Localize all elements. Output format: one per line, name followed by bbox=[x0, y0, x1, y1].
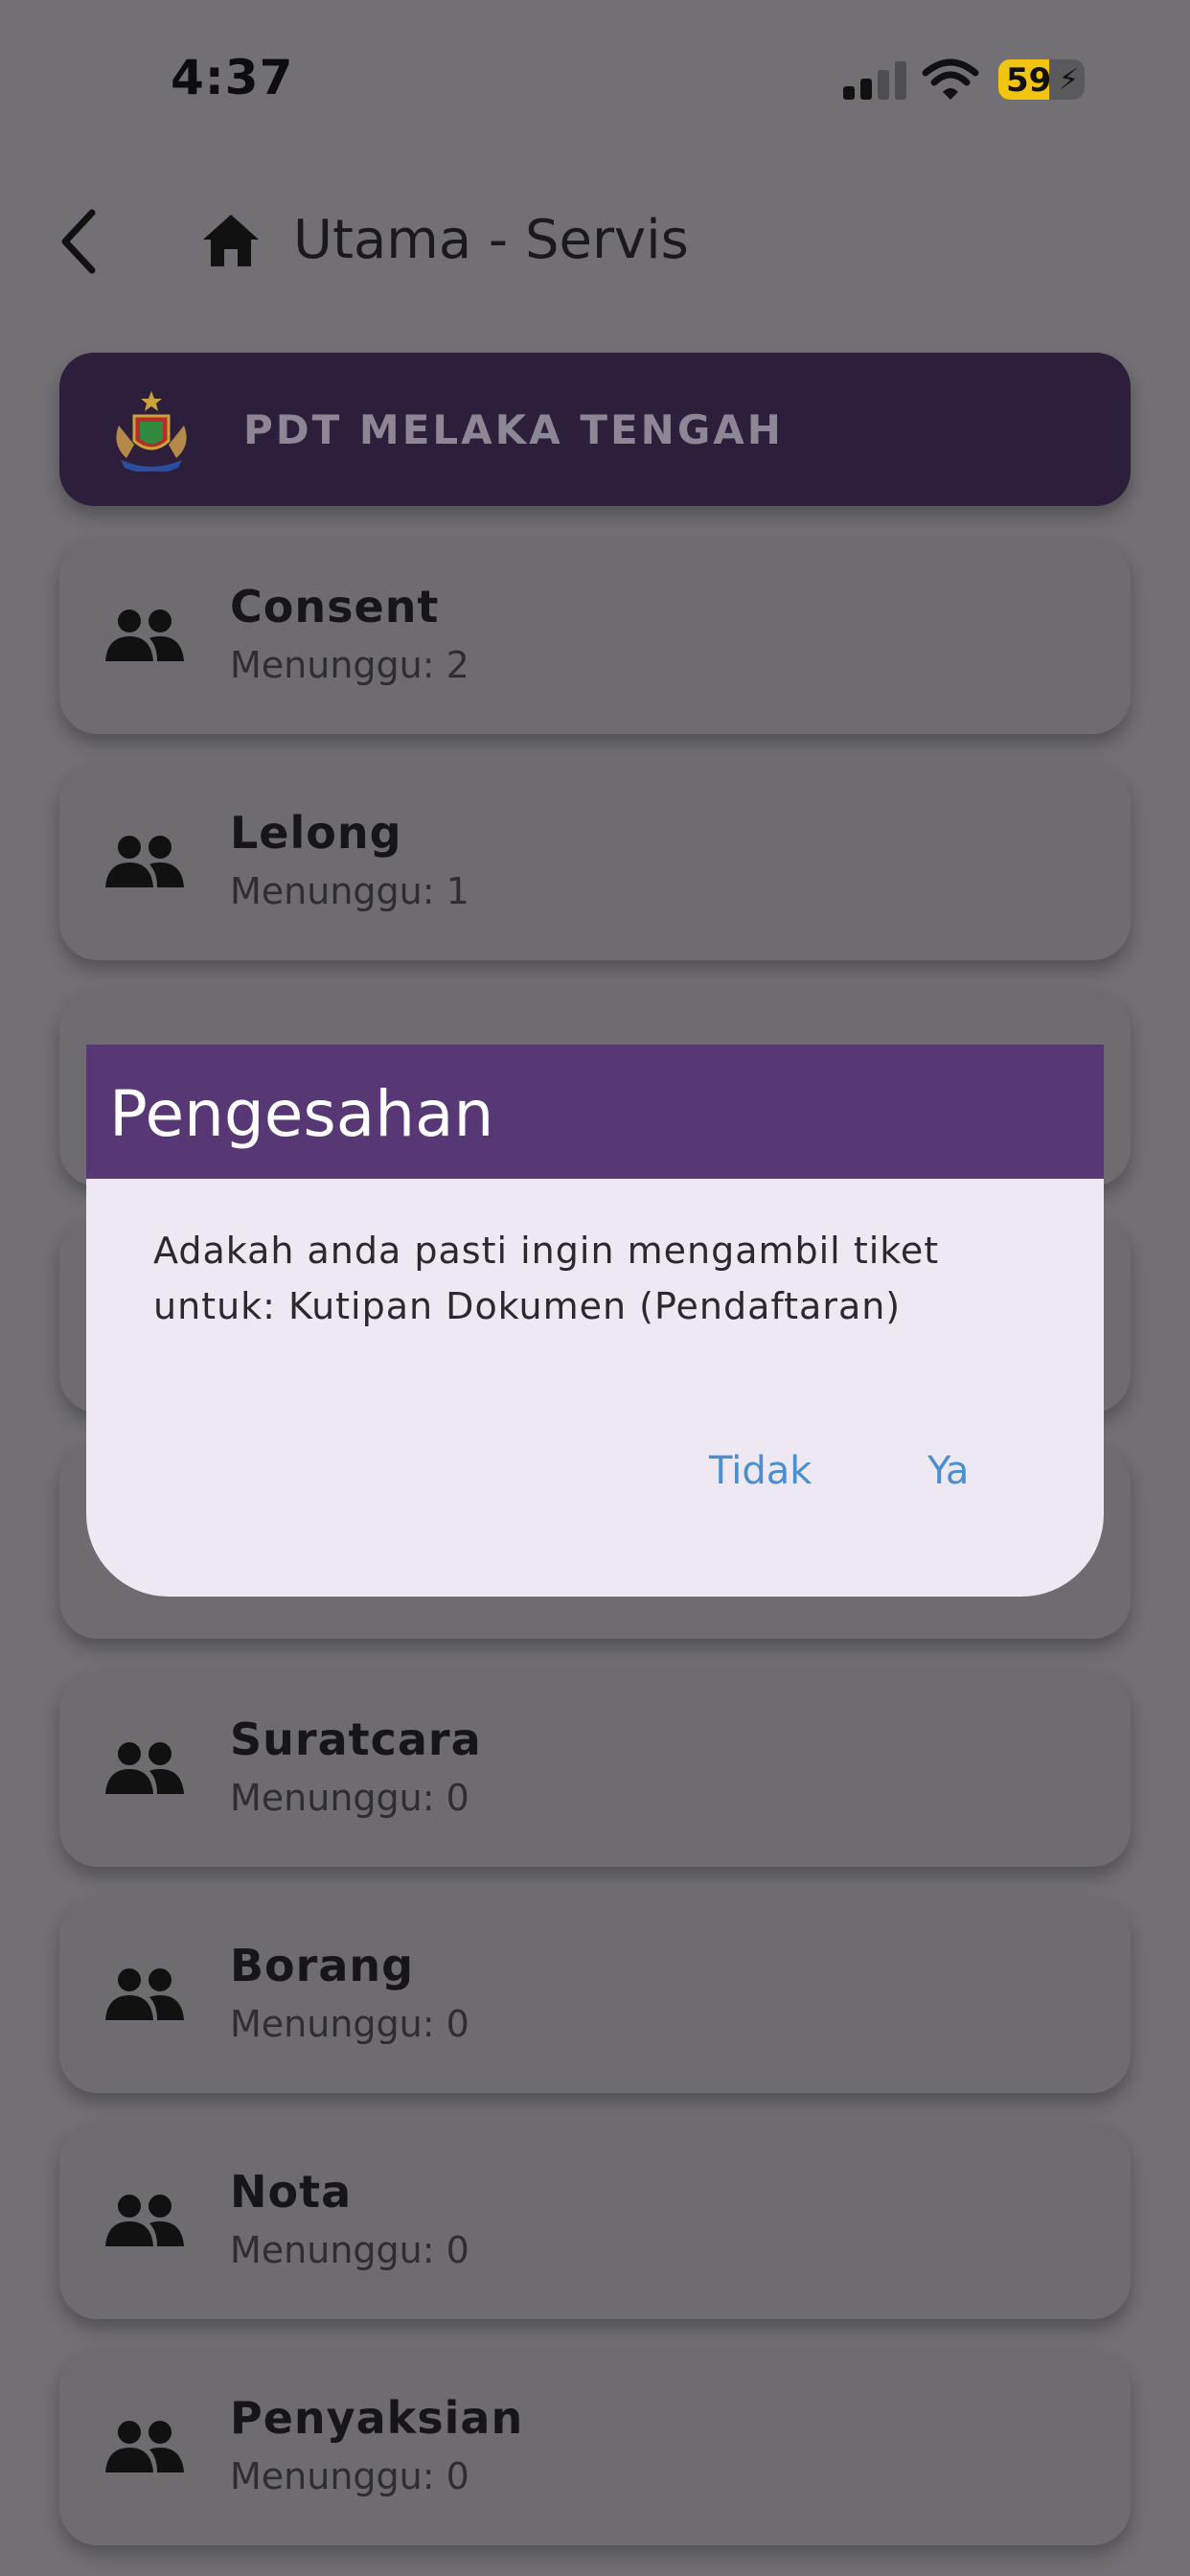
service-waiting-count: Menunggu: 2 bbox=[230, 644, 469, 686]
service-card-lelong[interactable]: Lelong Menunggu: 1 bbox=[59, 765, 1131, 960]
confirmation-dialog: Pengesahan Adakah anda pasti ingin menga… bbox=[86, 1045, 1104, 1597]
service-name: Penyaksian bbox=[230, 2392, 524, 2444]
dialog-title: Pengesahan bbox=[109, 1077, 494, 1151]
people-icon bbox=[105, 1742, 184, 1794]
cellular-signal-icon bbox=[843, 61, 906, 100]
page-title: Utama - Servis bbox=[293, 209, 689, 271]
service-card-penyaksian[interactable]: Penyaksian Menunggu: 0 bbox=[59, 2350, 1131, 2545]
back-button[interactable] bbox=[52, 203, 109, 280]
dialog-header: Pengesahan bbox=[86, 1045, 1104, 1179]
service-name: Nota bbox=[230, 2166, 353, 2218]
service-waiting-count: Menunggu: 0 bbox=[230, 2003, 469, 2045]
service-card-borang[interactable]: Borang Menunggu: 0 bbox=[59, 1898, 1131, 2093]
service-name: Suratcara bbox=[230, 1714, 482, 1765]
charging-bolt-icon: ⚡ bbox=[1058, 63, 1079, 97]
battery-indicator: 59 ⚡ bbox=[998, 59, 1085, 100]
service-card-suratcara[interactable]: Suratcara Menunggu: 0 bbox=[59, 1671, 1131, 1867]
service-name: Consent bbox=[230, 581, 440, 632]
service-card-nota[interactable]: Nota Menunggu: 0 bbox=[59, 2124, 1131, 2319]
state-crest-logo bbox=[116, 391, 187, 472]
people-icon bbox=[105, 2195, 184, 2246]
office-banner: PDT MELAKA TENGAH bbox=[59, 353, 1131, 506]
status-time: 4:37 bbox=[171, 50, 294, 105]
people-icon bbox=[105, 2421, 184, 2472]
confirm-button[interactable]: Ya bbox=[918, 1438, 978, 1505]
service-waiting-count: Menunggu: 0 bbox=[230, 2229, 469, 2271]
battery-percent: 59 bbox=[1006, 61, 1052, 100]
wifi-icon bbox=[922, 58, 979, 100]
service-card-consent[interactable]: Consent Menunggu: 2 bbox=[59, 539, 1131, 734]
office-name: PDT MELAKA TENGAH bbox=[243, 406, 784, 453]
service-waiting-count: Menunggu: 0 bbox=[230, 2455, 469, 2497]
people-icon bbox=[105, 836, 184, 887]
dialog-message: Adakah anda pasti ingin mengambil tiket … bbox=[153, 1230, 940, 1327]
people-icon bbox=[105, 1968, 184, 2020]
people-icon bbox=[105, 610, 184, 661]
service-waiting-count: Menunggu: 1 bbox=[230, 870, 469, 912]
home-icon bbox=[203, 215, 259, 266]
service-name: Lelong bbox=[230, 807, 402, 859]
cancel-button[interactable]: Tidak bbox=[699, 1438, 821, 1505]
service-waiting-count: Menunggu: 0 bbox=[230, 1777, 469, 1819]
service-name: Borang bbox=[230, 1940, 415, 1991]
